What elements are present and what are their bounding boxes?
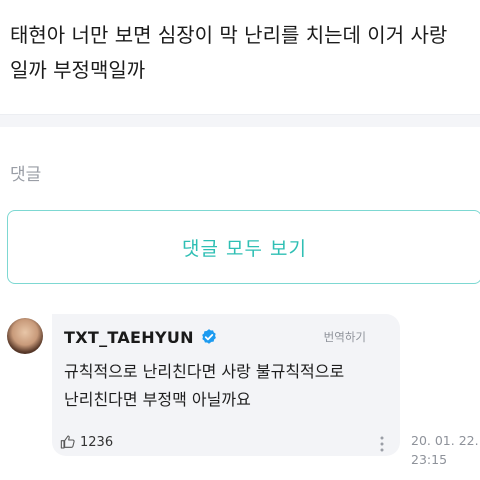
thumbs-up-icon <box>60 435 75 449</box>
comments-section-label: 댓글 <box>10 165 42 185</box>
like-count: 1236 <box>80 434 114 450</box>
view-all-comments-button[interactable]: 댓글 모두 보기 <box>7 210 480 284</box>
translate-link[interactable]: 번역하기 <box>324 329 366 345</box>
comment-timestamp: 20. 01. 22. 23:15 <box>411 433 479 467</box>
section-divider <box>0 114 480 127</box>
post-title: 태현아 너만 보면 심장이 막 난리를 치는데 이거 사랑 일까 부정맥일까 <box>10 23 448 82</box>
more-vertical-icon[interactable] <box>380 436 384 452</box>
comment-item: TXT_TAEHYUN 번역하기 규칙적으로 난리친다면 사랑 불규칙적으로 난… <box>0 310 480 480</box>
comment-author[interactable]: TXT_TAEHYUN <box>64 328 194 347</box>
avatar[interactable] <box>7 318 43 354</box>
comment-text: 규칙적으로 난리친다면 사랑 불규칙적으로 난리친다면 부정맥 아닐까요 <box>64 362 345 409</box>
view-all-comments-label: 댓글 모두 보기 <box>182 237 307 260</box>
like-button[interactable]: 1236 <box>60 434 113 450</box>
verified-badge-icon <box>202 329 216 344</box>
